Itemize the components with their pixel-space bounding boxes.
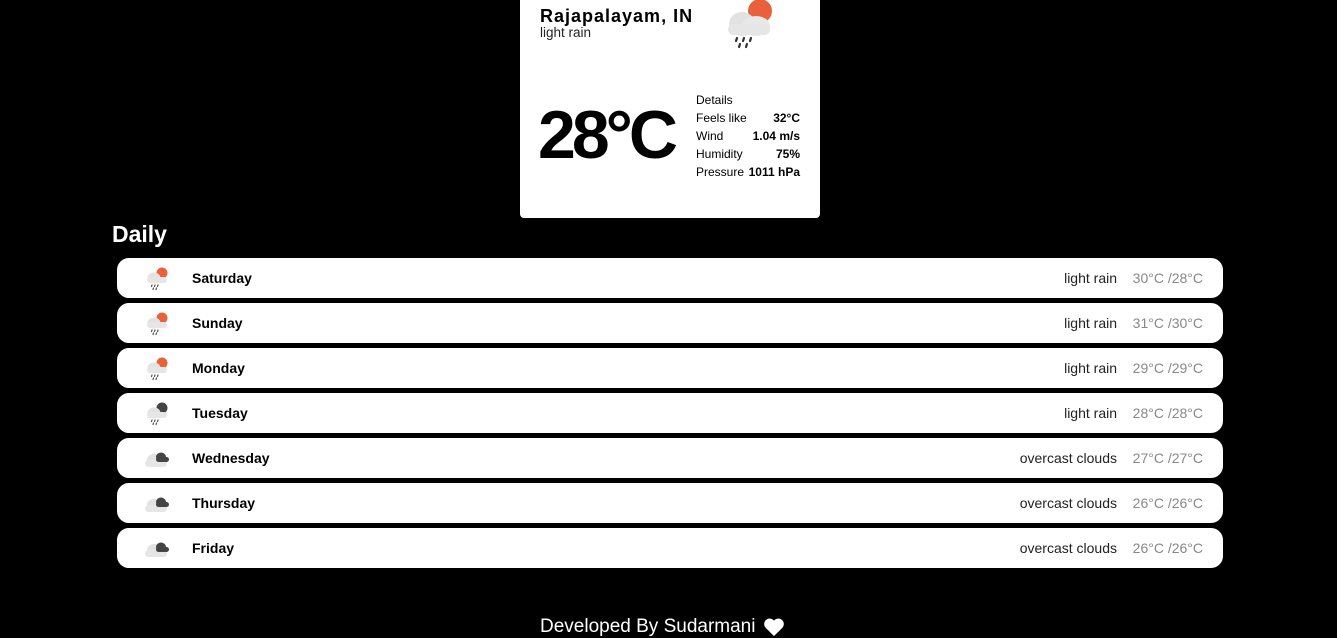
forecast-row-monday[interactable]: Monday light rain 29°C /29°C: [117, 348, 1223, 388]
forecast-temperatures: 26°C /26°C: [1132, 540, 1203, 556]
details-panel: Details Feels like 32°C Wind 1.04 m/s Hu…: [696, 92, 800, 182]
footer-credit: Developed By Sudarmani: [540, 616, 756, 637]
detail-label: Pressure: [696, 165, 745, 179]
overcast-clouds-icon: [145, 542, 169, 557]
heart-icon: [764, 618, 785, 637]
light-rain-sun-icon: [728, 0, 772, 49]
detail-value: 1.04 m/s: [752, 129, 800, 143]
forecast-temperatures: 31°C /30°C: [1132, 315, 1203, 331]
forecast-temperatures: 30°C /28°C: [1132, 270, 1203, 286]
daily-heading: Daily: [112, 221, 167, 247]
forecast-description: overcast clouds: [1019, 540, 1117, 556]
rain-day-icon: [147, 267, 168, 291]
rain-night-icon: [147, 402, 168, 426]
forecast-temperatures: 26°C /26°C: [1132, 495, 1203, 511]
forecast-temperatures: 27°C /27°C: [1132, 450, 1203, 466]
forecast-temperatures: 29°C /29°C: [1132, 360, 1203, 376]
forecast-row-sunday[interactable]: Sunday light rain 31°C /30°C: [117, 303, 1223, 343]
forecast-description: overcast clouds: [1019, 495, 1117, 511]
forecast-description: light rain: [1064, 315, 1117, 331]
details-heading: Details: [696, 93, 733, 107]
detail-value: 32°C: [773, 111, 800, 125]
detail-pressure: Pressure 1011 hPa: [696, 164, 800, 182]
current-description: light rain: [540, 25, 592, 40]
city-name: Rajapalayam, IN: [540, 6, 694, 26]
detail-label: Wind: [696, 129, 724, 143]
overcast-clouds-icon: [145, 452, 169, 467]
overcast-clouds-icon: [145, 497, 169, 512]
detail-value: 75%: [775, 147, 800, 161]
forecast-description: light rain: [1064, 405, 1117, 421]
forecast-row-friday[interactable]: Friday overcast clouds 26°C /26°C: [117, 528, 1223, 568]
detail-label: Humidity: [696, 147, 743, 161]
forecast-temperatures: 28°C /28°C: [1132, 405, 1203, 421]
forecast-day: Monday: [192, 360, 245, 376]
forecast-day: Thursday: [192, 495, 256, 511]
forecast-day: Tuesday: [192, 405, 248, 421]
forecast-day: Saturday: [192, 270, 252, 286]
forecast-day: Sunday: [192, 315, 243, 331]
detail-wind: Wind 1.04 m/s: [696, 128, 800, 146]
rain-day-icon: [147, 357, 168, 381]
forecast-day: Friday: [192, 540, 235, 556]
detail-label: Feels like: [696, 111, 747, 125]
forecast-row-tuesday[interactable]: Tuesday light rain 28°C /28°C: [117, 393, 1223, 433]
current-temperature: 28°C: [538, 97, 678, 173]
forecast-row-saturday[interactable]: Saturday light rain 30°C /28°C: [117, 258, 1223, 298]
current-weather-card: Rajapalayam, IN light rain 28°C Details …: [520, 0, 820, 218]
forecast-description: light rain: [1064, 270, 1117, 286]
forecast-row-thursday[interactable]: Thursday overcast clouds 26°C /26°C: [117, 483, 1223, 523]
footer: Developed By Sudarmani: [540, 616, 785, 638]
forecast-row-wednesday[interactable]: Wednesday overcast clouds 27°C /27°C: [117, 438, 1223, 478]
rain-day-icon: [147, 312, 168, 336]
forecast-day: Wednesday: [192, 450, 270, 466]
forecast-description: overcast clouds: [1019, 450, 1117, 466]
daily-forecast-list: Saturday light rain 30°C /28°C Sunday li…: [117, 258, 1223, 573]
detail-humidity: Humidity 75%: [696, 146, 800, 164]
detail-feels-like: Feels like 32°C: [696, 110, 800, 128]
forecast-description: light rain: [1064, 360, 1117, 376]
detail-value: 1011 hPa: [748, 165, 800, 179]
